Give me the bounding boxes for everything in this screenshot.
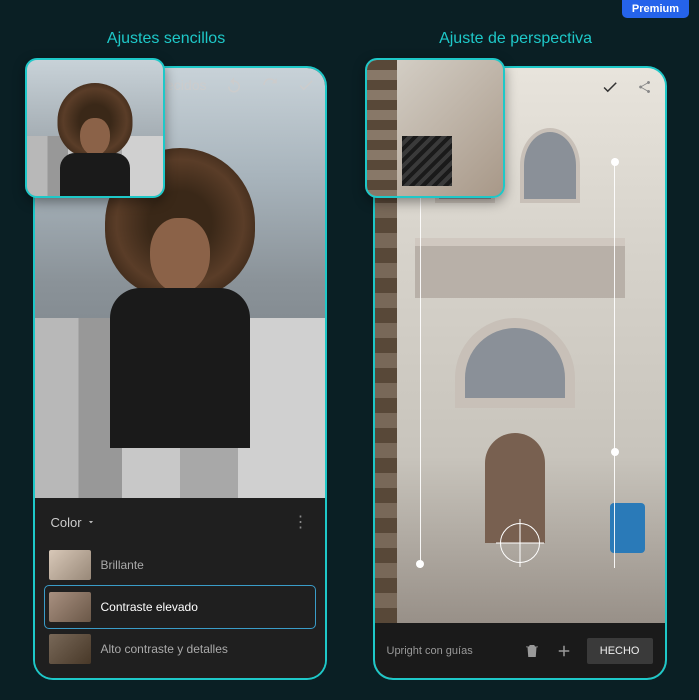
before-thumbnail[interactable]: [365, 58, 505, 198]
preset-label: Alto contraste y detalles: [101, 642, 228, 656]
guide-handle[interactable]: [611, 158, 619, 166]
check-icon[interactable]: [601, 78, 619, 96]
crosshair-icon[interactable]: [500, 523, 540, 563]
check-icon[interactable]: [297, 76, 315, 94]
preset-item[interactable]: Brillante: [45, 544, 315, 586]
title-right: Ajuste de perspectiva: [439, 30, 592, 48]
preset-thumb: [49, 634, 91, 664]
trash-icon[interactable]: [523, 642, 541, 660]
preset-label: Contraste elevado: [101, 600, 198, 614]
title-left: Ajustes sencillos: [107, 30, 225, 48]
preset-item[interactable]: Contraste elevado: [45, 586, 315, 628]
preset-thumb: [49, 550, 91, 580]
undo-icon[interactable]: [225, 76, 243, 94]
more-icon[interactable]: ⋮: [293, 512, 309, 532]
guide-handle[interactable]: [416, 560, 424, 568]
done-button[interactable]: HECHO: [587, 638, 653, 664]
preset-item[interactable]: Alto contraste y detalles: [45, 628, 315, 670]
presets-panel: Color ⋮ Brillante Contraste elevado Alto…: [35, 498, 325, 678]
premium-badge: Premium: [622, 0, 689, 18]
preset-label: Brillante: [101, 558, 144, 572]
status-text: Upright con guías: [387, 645, 509, 657]
guide-line[interactable]: [420, 158, 421, 568]
plus-icon[interactable]: [555, 642, 573, 660]
revert-icon[interactable]: [261, 76, 279, 94]
guide-handle[interactable]: [611, 448, 619, 456]
section-dropdown[interactable]: Color: [51, 515, 96, 530]
share-icon[interactable]: [635, 78, 653, 96]
before-thumbnail[interactable]: [25, 58, 165, 198]
perspective-toolbar: Upright con guías HECHO: [375, 623, 665, 678]
preset-thumb: [49, 592, 91, 622]
chevron-down-icon: [86, 517, 96, 527]
guide-line[interactable]: [614, 158, 615, 568]
editor-topbar: blecidos: [155, 76, 314, 94]
